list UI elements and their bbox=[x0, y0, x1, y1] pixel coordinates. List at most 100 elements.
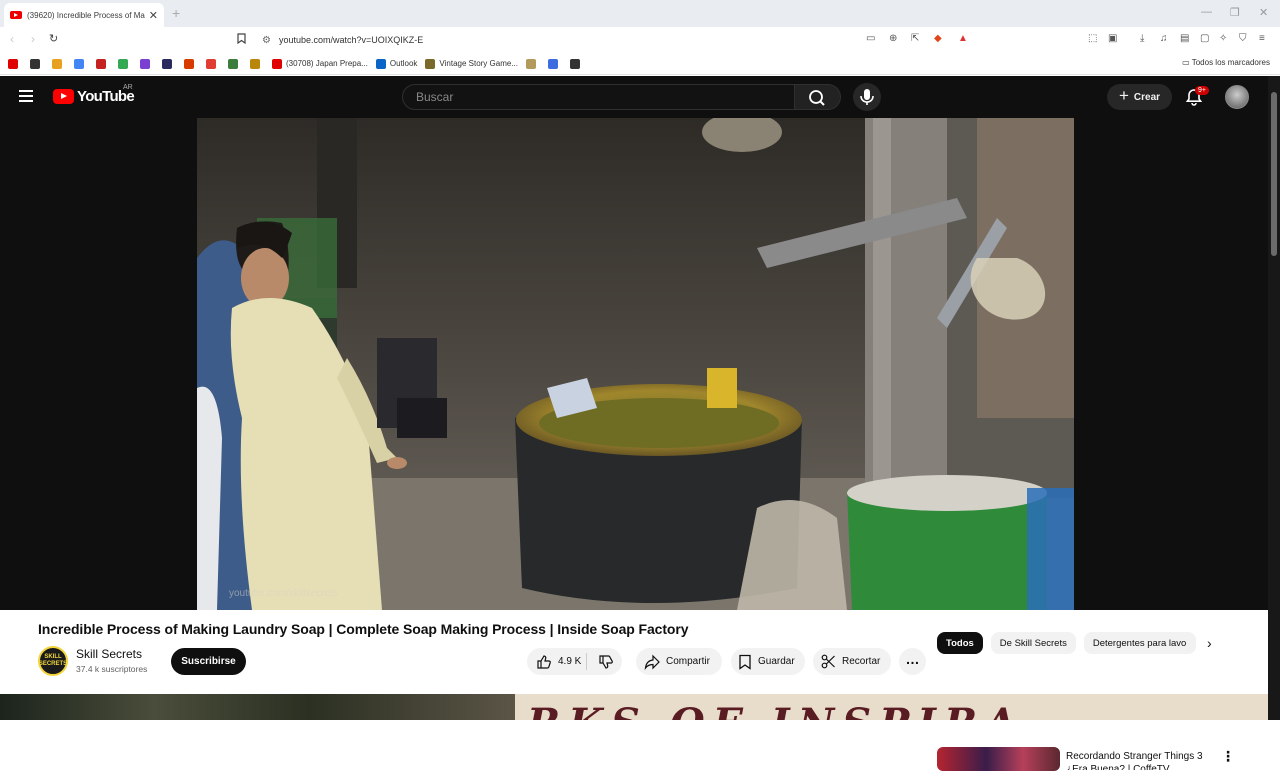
back-icon[interactable]: ‹ bbox=[10, 32, 14, 46]
wallet-icon[interactable]: ▢ bbox=[1200, 33, 1209, 44]
chip-0[interactable]: Todos bbox=[937, 632, 983, 654]
share-label: Compartir bbox=[666, 656, 710, 667]
video-player[interactable]: youtube.com/skillsecrets bbox=[197, 118, 1074, 610]
bookmark-item[interactable] bbox=[547, 58, 562, 69]
bookmark-item[interactable] bbox=[140, 58, 154, 69]
bookmark-item[interactable]: (30708) Japan Prepa... bbox=[272, 58, 368, 69]
chip-2[interactable]: Detergentes para lavo bbox=[1083, 632, 1196, 654]
bookmark-item[interactable] bbox=[96, 58, 110, 69]
subscribe-button[interactable]: Suscribirse bbox=[171, 648, 246, 675]
bookmark-item[interactable] bbox=[118, 58, 132, 69]
create-button[interactable]: + Crear bbox=[1107, 84, 1172, 110]
reading-list-icon[interactable]: ▤ bbox=[1180, 33, 1189, 44]
rewards-icon[interactable]: ▲ bbox=[958, 33, 968, 44]
vpn-icon[interactable]: ⛉ bbox=[1239, 33, 1247, 44]
search-button[interactable] bbox=[795, 84, 841, 110]
zoom-icon[interactable]: ⊕ bbox=[889, 33, 897, 44]
recommendation-chips: Todos De Skill Secrets Detergentes para la… bbox=[937, 632, 1204, 654]
share-icon[interactable]: ⇱ bbox=[911, 33, 919, 44]
youtube-logo[interactable]: YouTube AR bbox=[53, 84, 135, 105]
microphone-icon bbox=[860, 89, 874, 105]
bookmark-item[interactable] bbox=[250, 58, 264, 69]
hamburger-menu-icon[interactable] bbox=[19, 90, 33, 102]
reload-icon[interactable]: ↻ bbox=[49, 32, 58, 45]
bookmark-label: (30708) Japan Prepa... bbox=[286, 59, 368, 68]
all-bookmarks[interactable]: ▭ Todos los marcadores bbox=[1182, 58, 1270, 67]
download-icon[interactable]: ⤓ bbox=[1140, 33, 1144, 44]
next-content-preview: RKS OF INSPIRA bbox=[0, 694, 1268, 720]
site-info-icon[interactable]: ⚙ bbox=[262, 35, 271, 46]
bookmark-favicon-icon bbox=[525, 58, 536, 69]
channel-avatar[interactable]: SKILL SECRETS bbox=[38, 646, 68, 676]
subscriber-count: 37.4 k suscriptores bbox=[76, 664, 148, 674]
video-info-section: Incredible Process of Making Laundry Soa… bbox=[0, 610, 1268, 771]
forward-icon[interactable]: › bbox=[31, 32, 35, 46]
voice-search-button[interactable] bbox=[853, 83, 881, 111]
channel-name[interactable]: Skill Secrets bbox=[76, 647, 142, 661]
address-bar[interactable]: ⚙ youtube.com/watch?v=UOIXQIKZ-E bbox=[256, 30, 986, 50]
plus-icon: + bbox=[1118, 86, 1129, 105]
bookmark-favicon-icon bbox=[52, 58, 62, 69]
bookmark-item[interactable]: Vintage Story Game... bbox=[425, 58, 518, 69]
restore-icon[interactable]: ❐ bbox=[1230, 6, 1240, 19]
cast-icon[interactable]: ▭ bbox=[866, 33, 875, 44]
extensions-icon[interactable]: ⬚ bbox=[1088, 33, 1097, 44]
bookmark-item[interactable] bbox=[162, 58, 176, 69]
bookmark-label: Vintage Story Game... bbox=[439, 59, 518, 68]
save-button[interactable]: Guardar bbox=[731, 648, 805, 675]
create-label: Crear bbox=[1133, 91, 1161, 103]
sidebar-icon[interactable]: ▣ bbox=[1108, 33, 1117, 44]
chip-1[interactable]: De Skill Secrets bbox=[990, 632, 1076, 654]
like-button[interactable]: 4.9 K bbox=[527, 653, 587, 670]
tab-title: (39620) Incredible Process of Ma bbox=[27, 10, 145, 20]
more-actions-icon[interactable]: … bbox=[899, 648, 926, 675]
thumbs-down-icon bbox=[599, 654, 613, 669]
bookmark-favicon-icon bbox=[30, 58, 40, 69]
notifications-badge: 9+ bbox=[1195, 86, 1209, 95]
bookmark-item[interactable] bbox=[8, 58, 22, 69]
like-count: 4.9 K bbox=[558, 656, 582, 667]
url-text: youtube.com/watch?v=UOIXQIKZ-E bbox=[278, 35, 424, 45]
menu-icon[interactable]: ≡ bbox=[1259, 33, 1265, 44]
close-tab-icon[interactable]: ✕ bbox=[149, 9, 158, 22]
browser-tab[interactable]: (39620) Incredible Process of Ma ✕ bbox=[4, 3, 164, 27]
preview-image-right: RKS OF INSPIRA bbox=[515, 694, 1268, 720]
region-code: AR bbox=[123, 84, 133, 91]
bookmark-icon bbox=[739, 654, 751, 670]
bookmark-item[interactable] bbox=[206, 58, 220, 69]
account-avatar[interactable] bbox=[1225, 85, 1249, 109]
bookmark-favicon-icon bbox=[206, 58, 216, 69]
bookmark-favicon-icon bbox=[74, 58, 84, 69]
recommendation-thumbnail[interactable] bbox=[937, 747, 1060, 771]
clip-button[interactable]: Recortar bbox=[813, 648, 891, 675]
bookmark-item[interactable] bbox=[30, 58, 44, 69]
recommendation-menu-icon[interactable]: ⋮ bbox=[1221, 748, 1235, 765]
ai-icon[interactable]: ✧ bbox=[1219, 33, 1227, 44]
media-icon[interactable]: ♫ bbox=[1160, 33, 1168, 44]
bookmark-item[interactable] bbox=[74, 58, 88, 69]
bookmark-item[interactable]: Outlook bbox=[375, 58, 417, 69]
folder-icon: ▭ bbox=[1182, 58, 1192, 67]
browser-toolbar: ‹ › ↻ ⚙ youtube.com/watch?v=UOIXQIKZ-E ▭… bbox=[0, 27, 1280, 53]
bookmark-page-icon[interactable] bbox=[237, 33, 246, 47]
bookmark-item[interactable] bbox=[52, 58, 66, 69]
new-tab-button[interactable]: + bbox=[172, 5, 180, 21]
bookmark-item[interactable] bbox=[228, 58, 242, 69]
bookmark-item[interactable] bbox=[569, 58, 584, 69]
brave-shield-icon[interactable]: ◆ bbox=[934, 33, 942, 44]
minimize-icon[interactable]: — bbox=[1201, 6, 1212, 18]
bookmark-favicon-icon bbox=[162, 58, 172, 69]
share-button[interactable]: Compartir bbox=[636, 648, 722, 675]
scrollbar-thumb[interactable] bbox=[1271, 92, 1277, 256]
search-input[interactable] bbox=[403, 85, 763, 109]
dislike-button[interactable] bbox=[587, 654, 620, 670]
bookmark-item[interactable] bbox=[525, 58, 540, 69]
chevron-right-icon[interactable]: › bbox=[1207, 635, 1212, 651]
thumbs-up-icon bbox=[537, 654, 551, 669]
bookmark-item[interactable] bbox=[184, 58, 198, 69]
bookmark-favicon-icon bbox=[569, 58, 580, 69]
close-window-icon[interactable]: ✕ bbox=[1259, 6, 1268, 19]
recommendation-title[interactable]: Recordando Stranger Things 3 ¿Era Buena?… bbox=[1066, 750, 1216, 770]
page-scrollbar[interactable] bbox=[1268, 76, 1280, 720]
like-dislike-group: 4.9 K bbox=[527, 648, 622, 675]
